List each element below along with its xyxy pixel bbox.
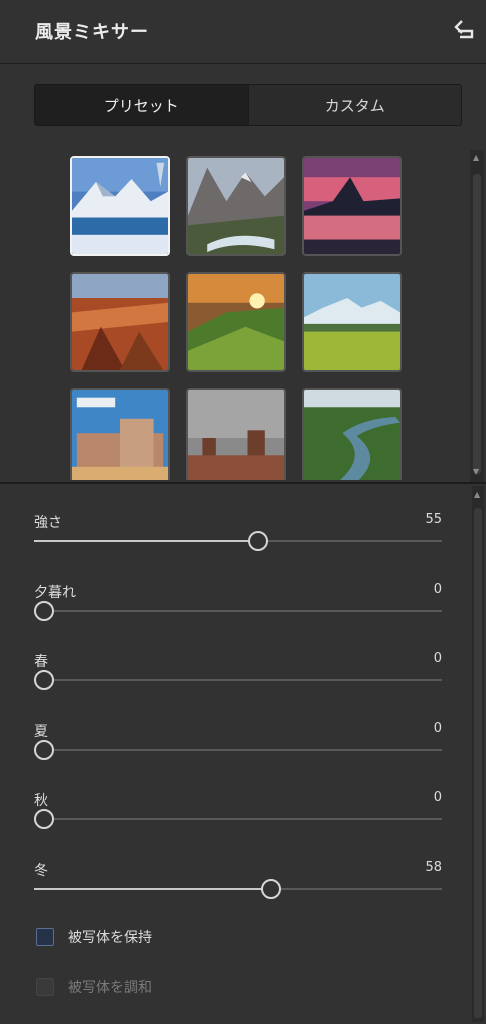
- slider-value: 0: [433, 582, 442, 597]
- settings-scrollbar[interactable]: ▲: [472, 486, 484, 1022]
- slider-track[interactable]: [34, 740, 442, 760]
- scroll-up-icon[interactable]: ▲: [473, 154, 479, 162]
- preset-desert-rock-formation[interactable]: [70, 388, 170, 480]
- gallery-scroll-thumb[interactable]: [473, 174, 481, 474]
- preset-monument-valley[interactable]: [186, 388, 286, 480]
- slider-label: 春: [34, 654, 48, 670]
- slider-knob[interactable]: [248, 531, 269, 551]
- slider-knob[interactable]: [260, 879, 281, 899]
- scroll-up-icon[interactable]: ▲: [474, 490, 480, 499]
- slider-knob[interactable]: [34, 809, 54, 829]
- preserve-subject-label: 被写体を保持: [68, 930, 152, 946]
- slider-value: 0: [433, 790, 442, 805]
- slider-knob[interactable]: [34, 601, 54, 621]
- harmonize-subject-checkbox: [36, 978, 54, 996]
- slider-knob[interactable]: [34, 670, 54, 690]
- preset-alpine-valley-river[interactable]: [186, 156, 286, 256]
- preset-custom-tabs: プリセット カスタム: [34, 84, 462, 126]
- panel-header: 風景ミキサー: [0, 0, 486, 64]
- slider-label: 夏: [34, 724, 48, 740]
- harmonize-subject-label: 被写体を調和: [68, 980, 152, 996]
- slider-track[interactable]: [34, 879, 442, 899]
- gallery-scrollbar[interactable]: ▲ ▼: [470, 150, 484, 482]
- tab-custom[interactable]: カスタム: [247, 85, 462, 125]
- slider-label: 秋: [34, 793, 48, 809]
- preserve-subject-checkbox[interactable]: [36, 928, 54, 946]
- slider-knob[interactable]: [34, 740, 54, 760]
- slider-summer: 夏 0: [34, 721, 442, 777]
- landscape-mixer-panel: 風景ミキサー プリセット カスタム ▲ ▼ ▲ 強さ 55 夕暮れ 0 春 0 …: [0, 0, 486, 1024]
- slider-track[interactable]: [34, 531, 442, 551]
- preset-sunrise-green-hills[interactable]: [186, 272, 286, 372]
- scroll-down-icon[interactable]: ▼: [473, 468, 479, 476]
- section-divider: [0, 482, 486, 484]
- slider-value: 0: [433, 721, 442, 736]
- preset-sunset-mountain-reflection[interactable]: [302, 156, 402, 256]
- slider-dusk: 夕暮れ 0: [34, 582, 442, 638]
- tab-presets[interactable]: プリセット: [35, 85, 248, 125]
- undo-icon[interactable]: [452, 17, 478, 43]
- slider-autumn: 秋 0: [34, 790, 442, 846]
- preset-gallery: [70, 156, 410, 480]
- preserve-subject-checkbox-row[interactable]: 被写体を保持: [36, 926, 152, 948]
- panel-title: 風景ミキサー: [35, 22, 149, 43]
- slider-track[interactable]: [34, 601, 442, 621]
- slider-value: 58: [425, 860, 442, 875]
- preset-grand-canyon[interactable]: [70, 272, 170, 372]
- preset-green-river-valley[interactable]: [302, 388, 402, 480]
- preset-snowy-mountain-lake[interactable]: [70, 156, 170, 256]
- slider-value: 55: [425, 512, 442, 527]
- preset-green-meadow-mountains[interactable]: [302, 272, 402, 372]
- slider-spring: 春 0: [34, 651, 442, 707]
- settings-scroll-thumb[interactable]: [474, 508, 482, 1018]
- slider-label: 強さ: [34, 515, 62, 531]
- slider-value: 0: [433, 651, 442, 666]
- slider-strength: 強さ 55: [34, 512, 442, 568]
- slider-label: 夕暮れ: [34, 585, 76, 601]
- slider-track[interactable]: [34, 809, 442, 829]
- harmonize-subject-checkbox-row: 被写体を調和: [36, 976, 152, 998]
- slider-track[interactable]: [34, 670, 442, 690]
- slider-winter: 冬 58: [34, 860, 442, 916]
- slider-label: 冬: [34, 863, 48, 879]
